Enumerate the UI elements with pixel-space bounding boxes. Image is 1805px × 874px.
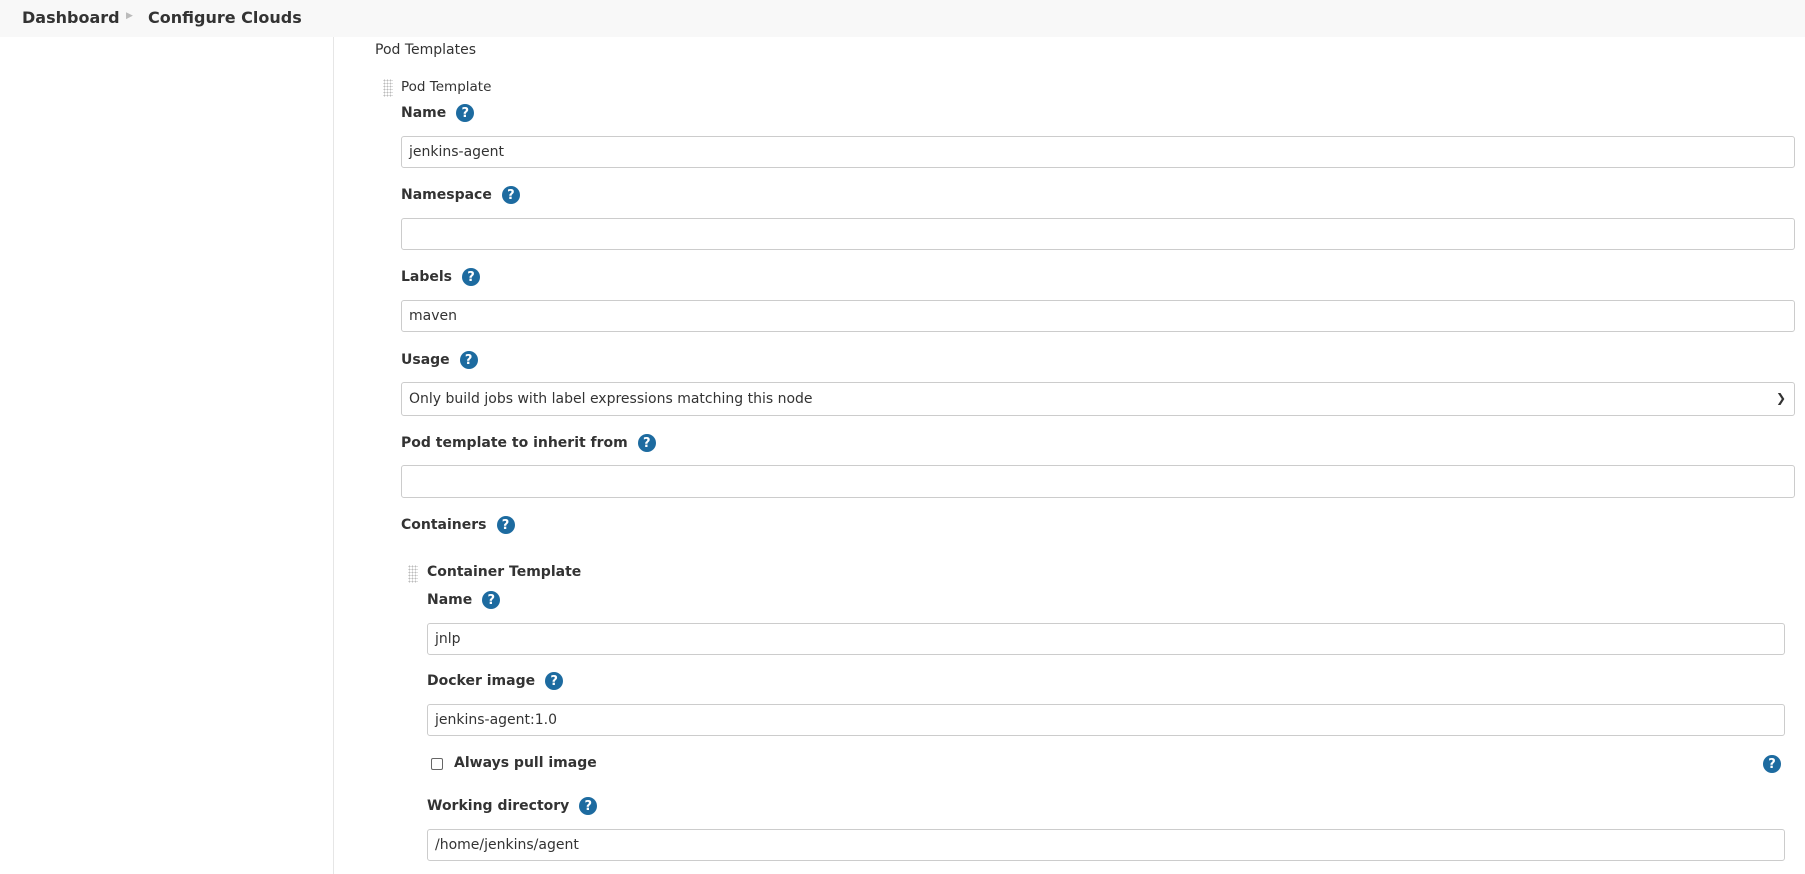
help-icon[interactable]: ? (637, 434, 656, 452)
pod-template-title: Pod Template (401, 79, 492, 95)
help-icon[interactable]: ? (462, 268, 481, 286)
breadcrumb-bar: Dashboard ▶ Configure Clouds (0, 0, 1805, 37)
name-input[interactable]: jenkins-agent (401, 136, 1795, 168)
help-icon[interactable]: ? (1763, 755, 1781, 773)
usage-select[interactable]: Only build jobs with label expressions m… (401, 382, 1795, 416)
sidebar-divider (333, 37, 334, 874)
container-name-input[interactable]: jnlp (427, 623, 1785, 655)
container-template-title: Container Template (427, 564, 582, 580)
usage-selected-value: Only build jobs with label expressions m… (409, 391, 813, 407)
always-pull-checkbox[interactable] (431, 758, 443, 770)
working-directory-label: Working directory? (427, 797, 598, 815)
section-title: Pod Templates (375, 42, 477, 58)
help-icon[interactable]: ? (459, 351, 478, 369)
containers-label: Containers? (401, 516, 515, 534)
help-icon[interactable]: ? (501, 186, 520, 204)
chevron-down-icon: ❯ (1775, 391, 1786, 405)
always-pull-label: Always pull image (454, 755, 597, 771)
breadcrumb-separator-icon: ▶ (126, 11, 133, 21)
docker-image-label: Docker image? (427, 672, 564, 690)
help-icon[interactable]: ? (545, 672, 564, 690)
help-icon[interactable]: ? (579, 797, 598, 815)
working-directory-input[interactable]: /home/jenkins/agent (427, 829, 1785, 861)
container-name-label: Name? (427, 591, 501, 609)
inherit-input[interactable] (401, 465, 1795, 498)
drag-handle-icon[interactable] (408, 565, 418, 583)
help-icon[interactable]: ? (496, 516, 515, 534)
help-icon[interactable]: ? (456, 104, 475, 122)
name-label: Name? (401, 104, 475, 122)
docker-image-input[interactable]: jenkins-agent:1.0 (427, 704, 1785, 736)
labels-input[interactable]: maven (401, 300, 1795, 332)
namespace-input[interactable] (401, 218, 1795, 250)
breadcrumb-configure-clouds[interactable]: Configure Clouds (148, 8, 302, 27)
help-icon[interactable]: ? (482, 591, 501, 609)
inherit-label: Pod template to inherit from? (401, 434, 656, 452)
namespace-label: Namespace? (401, 186, 520, 204)
labels-label: Labels? (401, 268, 481, 286)
drag-handle-icon[interactable] (383, 79, 393, 97)
usage-label: Usage? (401, 351, 478, 369)
breadcrumb-dashboard[interactable]: Dashboard (22, 8, 120, 27)
